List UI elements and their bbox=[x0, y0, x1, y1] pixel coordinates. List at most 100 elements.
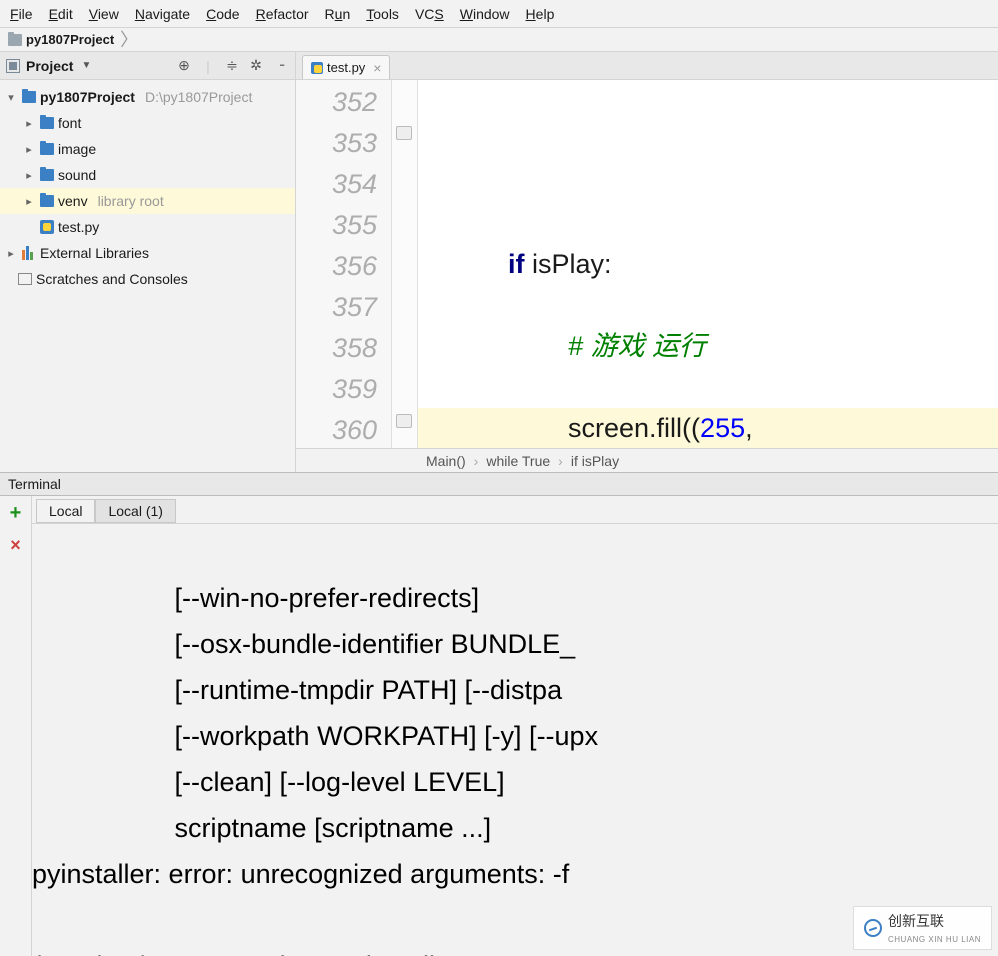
project-tree: ▾ py1807Project D:\py1807Project ▸ font … bbox=[0, 80, 295, 472]
terminal-tool-header[interactable]: Terminal bbox=[0, 472, 998, 496]
line-number: 355 bbox=[296, 205, 377, 246]
fold-handle-icon[interactable] bbox=[396, 126, 412, 140]
folder-icon bbox=[40, 195, 54, 207]
plus-icon[interactable]: + bbox=[10, 502, 22, 525]
editor-area: test.py × 352 353 354 355 356 357 358 35… bbox=[296, 52, 998, 472]
collapse-icon[interactable]: ≑ bbox=[223, 57, 241, 74]
arrow-down-icon[interactable]: ▾ bbox=[4, 91, 18, 104]
terminal-output[interactable]: [--win-no-prefer-redirects] [--osx-bundl… bbox=[32, 524, 998, 956]
menu-navigate[interactable]: Navigate bbox=[135, 6, 190, 22]
arrow-right-icon[interactable]: ▸ bbox=[22, 117, 36, 130]
watermark-sub: CHUANG XIN HU LIAN bbox=[888, 935, 981, 944]
term-line: (venv) D:\py1807Project>pyinstaller -F t… bbox=[32, 951, 550, 956]
terminal-title: Terminal bbox=[8, 476, 61, 492]
menu-vcs[interactable]: VCS bbox=[415, 6, 444, 22]
tree-item-testpy[interactable]: test.py bbox=[0, 214, 295, 240]
terminal-panel: + × Local Local (1) [--win-no-prefer-red… bbox=[0, 496, 998, 956]
project-tool-window: Project ▼ ⊕ | ≑ ✲ ╶ ▾ py1807Project D:\p… bbox=[0, 52, 296, 472]
arrow-right-icon[interactable]: ▸ bbox=[22, 143, 36, 156]
fold-handle-icon[interactable] bbox=[396, 414, 412, 428]
chevron-down-icon[interactable]: ▼ bbox=[81, 60, 91, 71]
menu-file[interactable]: File bbox=[10, 6, 33, 22]
tree-item-venv[interactable]: ▸ venv library root bbox=[0, 188, 295, 214]
line-number: 353 bbox=[296, 123, 377, 164]
tree-hint: library root bbox=[98, 193, 164, 209]
term-line: [--osx-bundle-identifier BUNDLE_ bbox=[32, 629, 575, 659]
logo-icon bbox=[864, 919, 882, 937]
arrow-right-icon[interactable]: ▸ bbox=[22, 195, 36, 208]
tree-item-sound[interactable]: ▸ sound bbox=[0, 162, 295, 188]
code-editor[interactable]: 352 353 354 355 356 357 358 359 360 if i… bbox=[296, 80, 998, 448]
chevron-right-icon: 〉 bbox=[120, 34, 138, 46]
term-line: [--runtime-tmpdir PATH] [--distpa bbox=[32, 675, 562, 705]
line-number: 352 bbox=[296, 82, 377, 123]
crumb-item[interactable]: Main() bbox=[426, 453, 466, 469]
line-number: 360 bbox=[296, 410, 377, 448]
tree-scratches[interactable]: Scratches and Consoles bbox=[0, 266, 295, 292]
line-number: 354 bbox=[296, 164, 377, 205]
term-line: scriptname [scriptname ...] bbox=[32, 813, 491, 843]
code-number: 255 bbox=[700, 413, 745, 443]
scratches-icon bbox=[18, 273, 32, 285]
code-content[interactable]: if isPlay: # 游戏 运行 screen.fill((255, bgO… bbox=[418, 80, 998, 448]
project-title[interactable]: Project bbox=[26, 58, 73, 74]
line-gutter: 352 353 354 355 356 357 358 359 360 bbox=[296, 80, 392, 448]
line-number: 358 bbox=[296, 328, 377, 369]
crumb-item[interactable]: if isPlay bbox=[571, 453, 619, 469]
divider: | bbox=[199, 58, 217, 74]
code-keyword: if bbox=[508, 249, 525, 279]
tree-root-name: py1807Project bbox=[40, 89, 135, 105]
code-text: isPlay: bbox=[525, 249, 612, 279]
terminal-tab-local-1[interactable]: Local (1) bbox=[95, 499, 175, 523]
menu-tools[interactable]: Tools bbox=[366, 6, 399, 22]
hide-icon[interactable]: ╶ bbox=[271, 57, 289, 74]
menu-window[interactable]: Window bbox=[460, 6, 510, 22]
tree-label: venv bbox=[58, 193, 88, 209]
tree-external-libraries[interactable]: ▸ External Libraries bbox=[0, 240, 295, 266]
editor-tab-testpy[interactable]: test.py × bbox=[302, 55, 390, 79]
code-text: , bbox=[745, 413, 753, 443]
gear-icon[interactable]: ✲ bbox=[247, 57, 265, 74]
close-icon[interactable]: × bbox=[373, 60, 381, 76]
term-line: [--clean] [--log-level LEVEL] bbox=[32, 767, 505, 797]
tree-item-font[interactable]: ▸ font bbox=[0, 110, 295, 136]
library-icon bbox=[22, 246, 36, 260]
breadcrumb-root[interactable]: py1807Project bbox=[26, 32, 114, 47]
terminal-tabs: Local Local (1) bbox=[32, 496, 998, 524]
chevron-right-icon: › bbox=[558, 453, 563, 469]
tree-root[interactable]: ▾ py1807Project D:\py1807Project bbox=[0, 84, 295, 110]
term-line: [--win-no-prefer-redirects] bbox=[32, 583, 479, 613]
arrow-right-icon[interactable]: ▸ bbox=[4, 247, 18, 260]
project-icon bbox=[6, 59, 20, 73]
menu-view[interactable]: View bbox=[89, 6, 119, 22]
menu-refactor[interactable]: Refactor bbox=[256, 6, 309, 22]
code-comment: # 游戏 运行 bbox=[478, 331, 706, 361]
line-number: 356 bbox=[296, 246, 377, 287]
menu-code[interactable]: Code bbox=[206, 6, 239, 22]
editor-breadcrumbs: Main() › while True › if isPlay bbox=[296, 448, 998, 472]
chevron-right-icon: › bbox=[474, 453, 479, 469]
watermark-brand: 创新互联 bbox=[888, 913, 944, 929]
navigation-bar: py1807Project 〉 bbox=[0, 28, 998, 52]
tree-label: image bbox=[58, 141, 96, 157]
project-header: Project ▼ ⊕ | ≑ ✲ ╶ bbox=[0, 52, 295, 80]
menu-run[interactable]: Run bbox=[325, 6, 351, 22]
python-file-icon bbox=[311, 62, 323, 74]
menu-help[interactable]: Help bbox=[526, 6, 555, 22]
tab-label: Local bbox=[49, 503, 82, 519]
tree-label: Scratches and Consoles bbox=[36, 271, 188, 287]
menu-edit[interactable]: Edit bbox=[49, 6, 73, 22]
arrow-right-icon[interactable]: ▸ bbox=[22, 169, 36, 182]
tree-label: External Libraries bbox=[40, 245, 149, 261]
target-icon[interactable]: ⊕ bbox=[175, 57, 193, 74]
fold-strip bbox=[392, 80, 418, 448]
crumb-item[interactable]: while True bbox=[486, 453, 550, 469]
close-icon[interactable]: × bbox=[10, 535, 21, 556]
terminal-tab-local[interactable]: Local bbox=[36, 499, 95, 523]
tree-label: sound bbox=[58, 167, 96, 183]
folder-icon bbox=[40, 169, 54, 181]
terminal-toolbar: + × bbox=[0, 496, 32, 956]
tree-item-image[interactable]: ▸ image bbox=[0, 136, 295, 162]
menubar: File Edit View Navigate Code Refactor Ru… bbox=[0, 0, 998, 28]
folder-icon bbox=[40, 143, 54, 155]
